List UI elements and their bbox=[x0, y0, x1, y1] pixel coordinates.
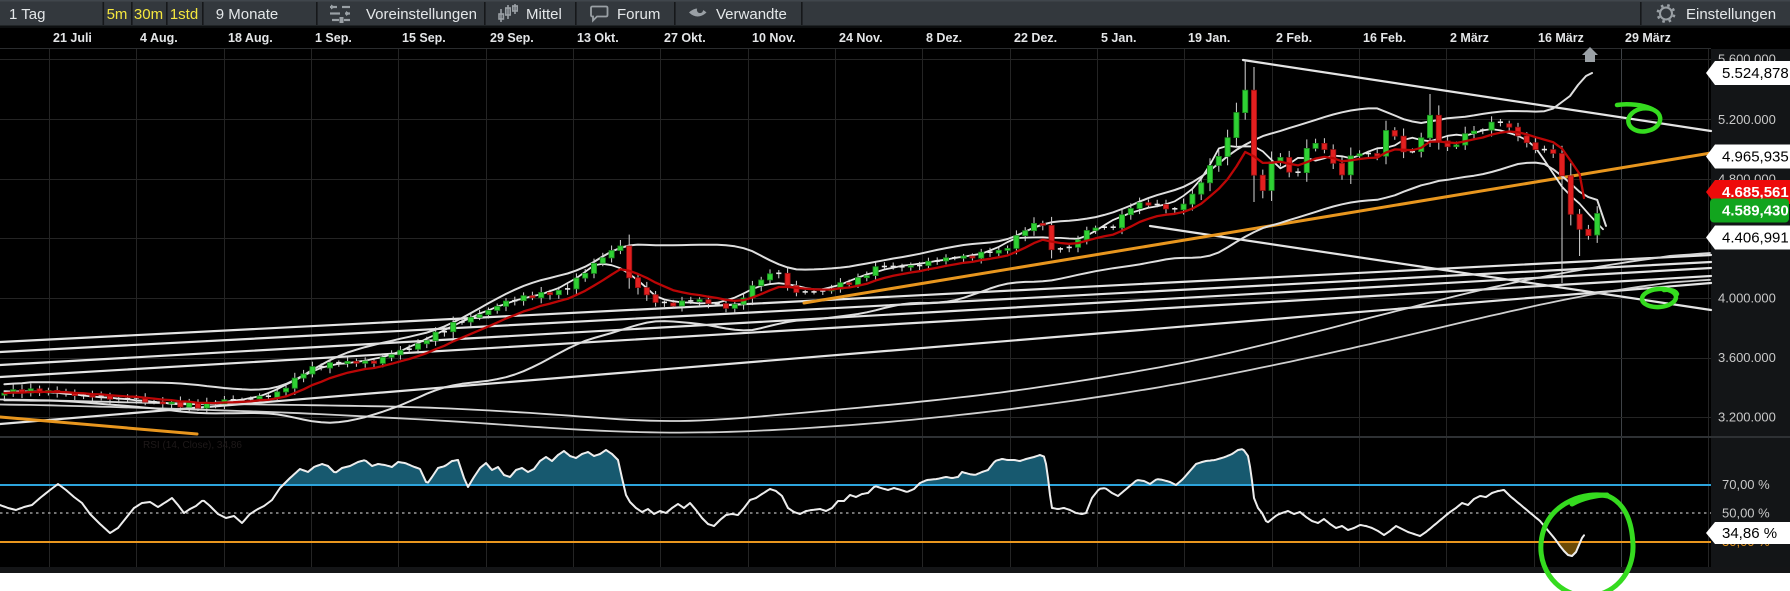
svg-text:4.965,935: 4.965,935 bbox=[1722, 149, 1789, 166]
svg-text:5m: 5m bbox=[107, 6, 128, 23]
svg-text:50,00 %: 50,00 % bbox=[1722, 506, 1770, 521]
svg-text:5 Jan.: 5 Jan. bbox=[1101, 31, 1136, 45]
svg-text:19 Jan.: 19 Jan. bbox=[1188, 31, 1230, 45]
svg-text:4.589,430: 4.589,430 bbox=[1722, 203, 1789, 220]
svg-text:22 Dez.: 22 Dez. bbox=[1014, 31, 1057, 45]
svg-text:9 Monate: 9 Monate bbox=[216, 6, 279, 23]
svg-text:4.685,561: 4.685,561 bbox=[1722, 184, 1789, 201]
svg-text:16 Feb.: 16 Feb. bbox=[1363, 31, 1406, 45]
svg-text:2 Feb.: 2 Feb. bbox=[1276, 31, 1312, 45]
svg-text:3.600.000: 3.600.000 bbox=[1718, 350, 1776, 365]
svg-text:4.000.000: 4.000.000 bbox=[1718, 291, 1776, 306]
svg-text:5.524,878: 5.524,878 bbox=[1722, 65, 1789, 82]
svg-text:18 Aug.: 18 Aug. bbox=[228, 31, 273, 45]
svg-text:10 Nov.: 10 Nov. bbox=[752, 31, 796, 45]
svg-text:Einstellungen: Einstellungen bbox=[1686, 6, 1776, 23]
svg-text:Verwandte: Verwandte bbox=[716, 6, 787, 23]
svg-text:16 März: 16 März bbox=[1538, 31, 1584, 45]
svg-text:27 Okt.: 27 Okt. bbox=[664, 31, 706, 45]
svg-text:15 Sep.: 15 Sep. bbox=[402, 31, 446, 45]
svg-text:RSI (14, Close), 34,86: RSI (14, Close), 34,86 bbox=[143, 440, 242, 451]
svg-text:34,86 %: 34,86 % bbox=[1722, 525, 1777, 542]
svg-text:13 Okt.: 13 Okt. bbox=[577, 31, 619, 45]
svg-text:4.406,991: 4.406,991 bbox=[1722, 230, 1789, 247]
svg-text:Forum: Forum bbox=[617, 6, 660, 23]
svg-text:70,00 %: 70,00 % bbox=[1722, 477, 1770, 492]
svg-text:29 März: 29 März bbox=[1625, 31, 1671, 45]
svg-text:21 Juli: 21 Juli bbox=[53, 31, 92, 45]
svg-text:29 Sep.: 29 Sep. bbox=[490, 31, 534, 45]
svg-text:30m: 30m bbox=[134, 6, 163, 23]
svg-text:5.200.000: 5.200.000 bbox=[1718, 112, 1776, 127]
svg-text:1 Tag: 1 Tag bbox=[9, 6, 45, 23]
svg-text:3.200.000: 3.200.000 bbox=[1718, 410, 1776, 425]
svg-text:1std: 1std bbox=[170, 6, 198, 23]
svg-text:Mittel: Mittel bbox=[526, 6, 562, 23]
svg-text:4 Aug.: 4 Aug. bbox=[140, 31, 178, 45]
svg-text:1 Sep.: 1 Sep. bbox=[315, 31, 352, 45]
svg-text:8 Dez.: 8 Dez. bbox=[926, 31, 962, 45]
svg-text:24 Nov.: 24 Nov. bbox=[839, 31, 883, 45]
svg-text:2 März: 2 März bbox=[1450, 31, 1489, 45]
svg-text:Voreinstellungen: Voreinstellungen bbox=[366, 6, 477, 23]
